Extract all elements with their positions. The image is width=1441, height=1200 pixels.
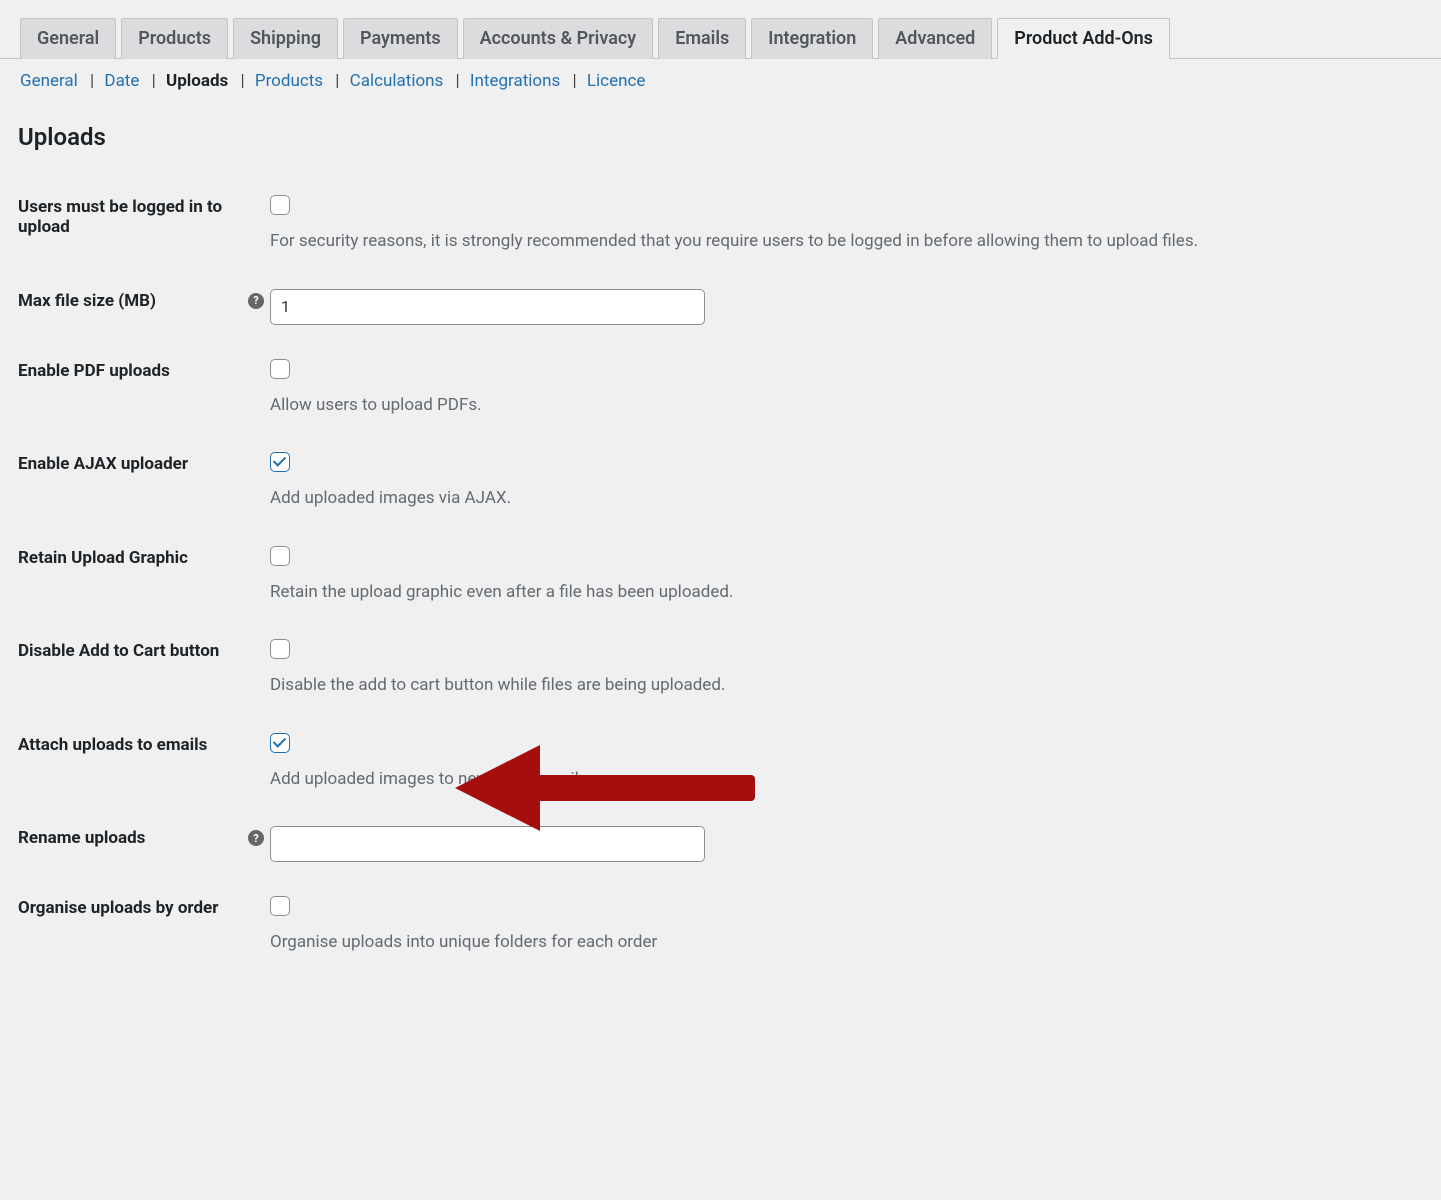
help-icon[interactable]: ?: [248, 293, 264, 309]
tab-payments[interactable]: Payments: [343, 18, 458, 59]
checkbox-attach-emails[interactable]: [270, 733, 290, 753]
label-retain-graphic: Retain Upload Graphic: [18, 546, 270, 568]
checkbox-enable-ajax[interactable]: [270, 452, 290, 472]
tab-product-addons[interactable]: Product Add-Ons: [997, 18, 1170, 59]
subnav-general[interactable]: General: [20, 71, 78, 91]
subnav-integrations[interactable]: Integrations: [470, 71, 560, 91]
label-attach-emails: Attach uploads to emails: [18, 733, 270, 755]
tab-emails[interactable]: Emails: [658, 18, 746, 59]
separator: |: [240, 71, 244, 91]
checkbox-disable-cart[interactable]: [270, 639, 290, 659]
input-rename-uploads[interactable]: [270, 826, 705, 862]
checkbox-logged-in[interactable]: [270, 195, 290, 215]
separator: |: [152, 71, 156, 91]
tab-shipping[interactable]: Shipping: [233, 18, 338, 59]
separator: |: [456, 71, 460, 91]
checkbox-enable-pdf[interactable]: [270, 359, 290, 379]
checkbox-retain-graphic[interactable]: [270, 546, 290, 566]
desc-organise-uploads: Organise uploads into unique folders for…: [270, 930, 1423, 956]
subnav-uploads[interactable]: Uploads: [166, 71, 228, 91]
help-icon[interactable]: ?: [248, 830, 264, 846]
desc-attach-emails: Add uploaded images to new order emails.: [270, 767, 1423, 793]
main-tabs: General Products Shipping Payments Accou…: [0, 0, 1441, 59]
tab-general[interactable]: General: [20, 18, 116, 59]
desc-enable-pdf: Allow users to upload PDFs.: [270, 393, 1423, 419]
input-max-file-size[interactable]: [270, 289, 705, 325]
tab-accounts-privacy[interactable]: Accounts & Privacy: [463, 18, 654, 59]
subnav-calculations[interactable]: Calculations: [350, 71, 444, 91]
checkbox-organise-uploads[interactable]: [270, 896, 290, 916]
separator: |: [573, 71, 577, 91]
label-max-file-size: Max file size (MB) ?: [18, 289, 270, 311]
label-rename-uploads: Rename uploads ?: [18, 826, 270, 848]
section-heading: Uploads: [0, 91, 1441, 161]
label-logged-in: Users must be logged in to upload: [18, 195, 270, 237]
separator: |: [90, 71, 94, 91]
tab-advanced[interactable]: Advanced: [878, 18, 992, 59]
desc-enable-ajax: Add uploaded images via AJAX.: [270, 486, 1423, 512]
tab-products[interactable]: Products: [121, 18, 228, 59]
separator: |: [335, 71, 339, 91]
label-enable-ajax: Enable AJAX uploader: [18, 452, 270, 474]
subnav-licence[interactable]: Licence: [587, 71, 646, 91]
label-organise-uploads: Organise uploads by order: [18, 896, 270, 918]
subnav-products[interactable]: Products: [255, 71, 323, 91]
label-enable-pdf: Enable PDF uploads: [18, 359, 270, 381]
desc-disable-cart: Disable the add to cart button while fil…: [270, 673, 1423, 699]
tab-integration[interactable]: Integration: [751, 18, 873, 59]
desc-logged-in: For security reasons, it is strongly rec…: [270, 229, 1423, 255]
sub-nav: General | Date | Uploads | Products | Ca…: [0, 59, 1441, 91]
desc-retain-graphic: Retain the upload graphic even after a f…: [270, 580, 1423, 606]
label-disable-cart: Disable Add to Cart button: [18, 639, 270, 661]
subnav-date[interactable]: Date: [104, 71, 139, 91]
